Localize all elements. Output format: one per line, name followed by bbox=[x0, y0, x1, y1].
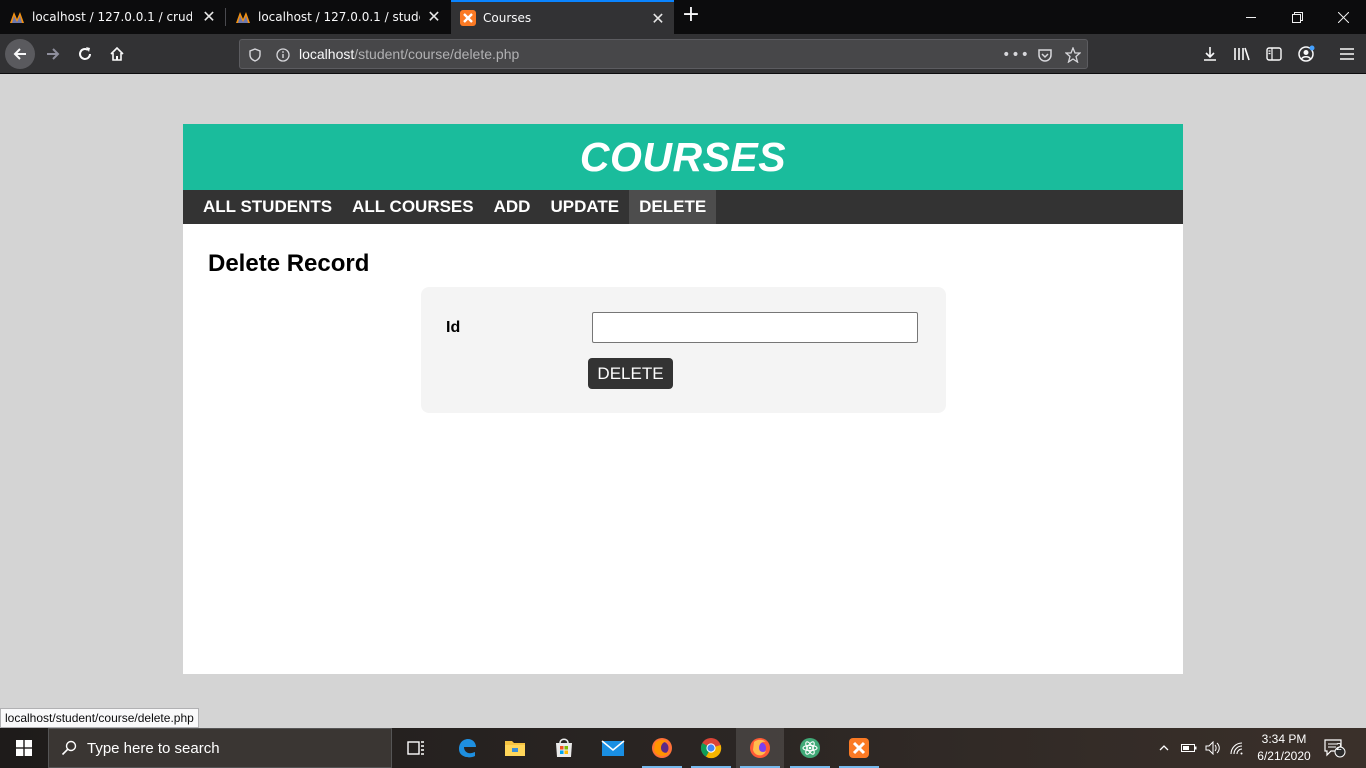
notification-center-icon[interactable]: 2 bbox=[1322, 728, 1348, 768]
library-icon[interactable] bbox=[1230, 42, 1254, 66]
menu-hamburger-icon[interactable] bbox=[1335, 42, 1359, 66]
url-text[interactable]: localhost/student/course/delete.php bbox=[299, 46, 519, 62]
menu-all-students[interactable]: ALL STUDENTS bbox=[193, 190, 342, 224]
sidebar-icon[interactable] bbox=[1262, 42, 1286, 66]
section-title: Delete Record bbox=[208, 250, 370, 277]
browser-toolbar: localhost/student/course/delete.php ••• bbox=[0, 34, 1366, 74]
downloads-icon[interactable] bbox=[1198, 42, 1222, 66]
menu-add[interactable]: ADD bbox=[484, 190, 541, 224]
id-input[interactable] bbox=[592, 312, 918, 343]
taskbar-search-box[interactable]: Type here to search bbox=[48, 728, 392, 768]
windows-taskbar: Type here to search 3:34 PM 6/21/2020 2 bbox=[0, 728, 1366, 768]
phpmyadmin-icon bbox=[9, 9, 25, 25]
status-link-preview: localhost/student/course/delete.php bbox=[0, 708, 199, 728]
xampp-icon bbox=[460, 10, 476, 26]
back-arrow-icon[interactable] bbox=[5, 39, 35, 69]
firefox-icon[interactable] bbox=[638, 728, 686, 768]
address-bar[interactable]: localhost/student/course/delete.php ••• bbox=[239, 39, 1088, 69]
tab-close-icon[interactable]: ✕ bbox=[650, 9, 666, 28]
tray-chevron-icon[interactable] bbox=[1156, 728, 1172, 768]
browser-tab-crudphp[interactable]: localhost / 127.0.0.1 / crudphp ✕ bbox=[0, 0, 225, 34]
account-icon[interactable] bbox=[1294, 42, 1318, 66]
volume-icon[interactable] bbox=[1204, 728, 1222, 768]
pocket-icon[interactable] bbox=[1034, 44, 1056, 66]
home-icon[interactable] bbox=[103, 40, 131, 68]
forward-arrow-icon[interactable] bbox=[39, 40, 67, 68]
mail-icon[interactable] bbox=[589, 728, 637, 768]
battery-icon[interactable] bbox=[1180, 728, 1198, 768]
tab-close-icon[interactable]: ✕ bbox=[426, 7, 442, 26]
edge-icon[interactable] bbox=[443, 728, 491, 768]
browser-tab-courses[interactable]: Courses ✕ bbox=[451, 0, 674, 34]
tab-title: localhost / 127.0.0.1 / crudphp bbox=[32, 10, 192, 24]
close-window-icon[interactable] bbox=[1320, 0, 1366, 34]
tab-title: localhost / 127.0.0.1 / studentin bbox=[258, 10, 420, 24]
info-icon[interactable] bbox=[272, 44, 294, 66]
xampp-taskbar-icon[interactable] bbox=[835, 728, 883, 768]
page-title: COURSES bbox=[579, 133, 787, 180]
search-placeholder: Type here to search bbox=[87, 739, 220, 757]
clock-date: 6/21/2020 bbox=[1257, 749, 1311, 763]
tab-close-icon[interactable]: ✕ bbox=[201, 7, 217, 26]
search-icon bbox=[61, 740, 77, 756]
bookmark-star-icon[interactable] bbox=[1062, 44, 1084, 66]
notification-count: 2 bbox=[1335, 742, 1343, 753]
windows-start-icon[interactable] bbox=[0, 728, 48, 768]
tab-title: Courses bbox=[483, 11, 532, 25]
chrome-icon[interactable] bbox=[687, 728, 735, 768]
shield-icon[interactable] bbox=[244, 44, 266, 66]
menu-delete[interactable]: DELETE bbox=[629, 190, 717, 224]
task-view-icon[interactable] bbox=[392, 728, 440, 768]
clock-time: 3:34 PM bbox=[1261, 732, 1307, 746]
main-menu: ALL STUDENTS ALL COURSES ADD UPDATE DELE… bbox=[183, 190, 1183, 224]
network-icon[interactable] bbox=[1228, 728, 1246, 768]
reload-icon[interactable] bbox=[71, 40, 99, 68]
delete-button[interactable]: DELETE bbox=[588, 358, 673, 389]
browser-tab-studentinfo[interactable]: localhost / 127.0.0.1 / studentin ✕ bbox=[226, 0, 450, 34]
file-explorer-icon[interactable] bbox=[491, 728, 539, 768]
menu-update[interactable]: UPDATE bbox=[540, 190, 629, 224]
phpmyadmin-icon bbox=[235, 9, 251, 25]
store-icon[interactable] bbox=[540, 728, 588, 768]
menu-all-courses[interactable]: ALL COURSES bbox=[342, 190, 484, 224]
minimize-icon[interactable] bbox=[1228, 0, 1274, 34]
page-header: COURSES bbox=[183, 124, 1183, 190]
browser-tab-strip: localhost / 127.0.0.1 / crudphp ✕ localh… bbox=[0, 0, 1366, 34]
atom-icon[interactable] bbox=[786, 728, 834, 768]
courses-page: COURSES ALL STUDENTS ALL COURSES ADD UPD… bbox=[183, 124, 1183, 674]
new-tab-icon[interactable]: + bbox=[680, 4, 702, 27]
taskbar-clock[interactable]: 3:34 PM 6/21/2020 bbox=[1250, 731, 1318, 765]
id-label: Id bbox=[446, 319, 461, 336]
restore-icon[interactable] bbox=[1274, 0, 1320, 34]
firefox-dev-icon[interactable] bbox=[736, 728, 784, 768]
delete-form: Id DELETE bbox=[421, 287, 946, 413]
page-actions-icon[interactable]: ••• bbox=[1002, 44, 1029, 66]
